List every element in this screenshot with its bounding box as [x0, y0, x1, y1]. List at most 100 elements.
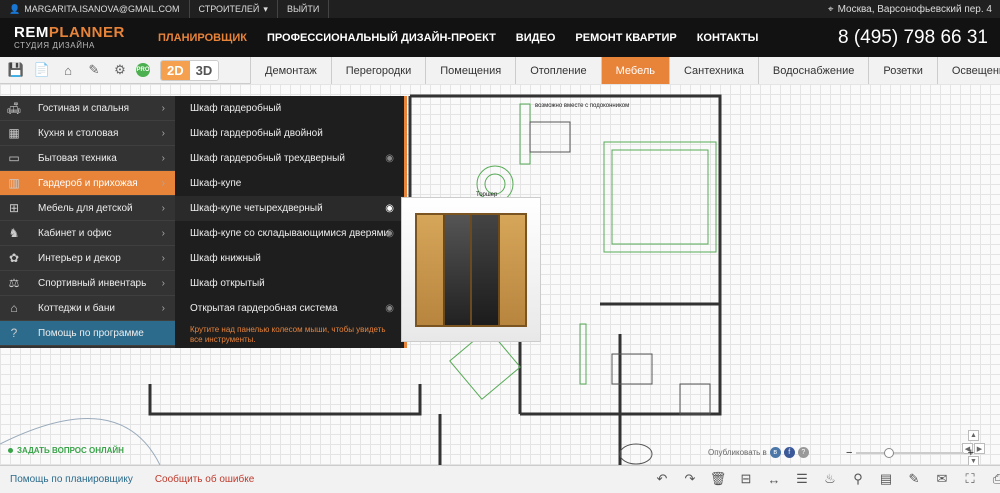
- phone-number[interactable]: 8 (495) 798 66 31: [838, 27, 1000, 49]
- header: REMPLANNER СТУДИЯ ДИЗАЙНА ПЛАНИРОВЩИК ПР…: [0, 18, 1000, 57]
- chevron-right-icon: ›: [161, 277, 165, 289]
- zoom-out-icon[interactable]: −: [846, 447, 852, 459]
- labels-toggle-icon[interactable]: ☰: [788, 467, 816, 491]
- ruler-icon[interactable]: ▤: [872, 467, 900, 491]
- kitchen-icon: ▦: [8, 126, 20, 140]
- location[interactable]: ⌖ Москва, Варсонофьевский пер. 4: [828, 4, 1000, 15]
- item-sliding-wardrobe-4door[interactable]: Шкаф-купе четырехдверный ◉: [175, 196, 404, 221]
- furniture-item-menu: Шкаф гардеробный Шкаф гардеробный двойно…: [175, 96, 407, 348]
- menu-sports[interactable]: ⚖ Спортивный инвентарь ›: [0, 271, 175, 296]
- mode-2d-button[interactable]: 2D: [161, 60, 190, 80]
- eye-icon[interactable]: ◉: [385, 153, 394, 164]
- item-open-wardrobe-system[interactable]: Открытая гардеробная система ◉: [175, 296, 404, 321]
- item-sliding-wardrobe-folding[interactable]: Шкаф-купе со складывающимися дверями ◉: [175, 221, 404, 246]
- tab-furniture[interactable]: Мебель: [600, 57, 669, 84]
- menu-cottages-saunas[interactable]: ⌂ Коттеджи и бани ›: [0, 296, 175, 321]
- tab-partitions[interactable]: Перегородки: [330, 57, 426, 84]
- wardrobe-preview-image: [415, 212, 527, 327]
- chevron-right-icon: ›: [161, 152, 165, 164]
- user-email[interactable]: 👤 MARGARITA.ISANOVA@GMAIL.COM: [0, 0, 190, 18]
- menu-kids-furniture[interactable]: ⊞ Мебель для детской ›: [0, 196, 175, 221]
- grid-toggle-icon[interactable]: ⊟: [732, 467, 760, 491]
- mode-3d-button[interactable]: 3D: [189, 60, 219, 80]
- nav-video[interactable]: ВИДЕО: [506, 32, 566, 44]
- plant-icon: ✿: [8, 251, 20, 265]
- document-icon[interactable]: 📄: [32, 60, 52, 80]
- settings-icon[interactable]: ⚙: [110, 60, 130, 80]
- logout-link[interactable]: ВЫЙТИ: [278, 0, 330, 18]
- report-error-link[interactable]: Сообщить об ошибке: [155, 474, 254, 485]
- tab-heating[interactable]: Отопление: [515, 57, 601, 84]
- scroll-hint: Крутите над панелью колесом мыши, чтобы …: [190, 325, 386, 344]
- menu-help[interactable]: ? Помощь по программе: [0, 321, 175, 346]
- item-preview: [401, 197, 541, 342]
- eye-icon[interactable]: ◉: [385, 228, 394, 239]
- item-bookcase[interactable]: Шкаф книжный: [175, 246, 404, 271]
- lamp-toggle-icon[interactable]: ♨: [816, 467, 844, 491]
- help-icon: ?: [10, 326, 18, 340]
- item-wardrobe[interactable]: Шкаф гардеробный: [175, 96, 404, 121]
- tab-sockets[interactable]: Розетки: [868, 57, 937, 84]
- pencil-icon[interactable]: ✎: [900, 467, 928, 491]
- eye-icon[interactable]: ◉: [385, 203, 394, 214]
- undo-icon[interactable]: ↶: [648, 467, 676, 491]
- logo[interactable]: REMPLANNER СТУДИЯ ДИЗАЙНА: [0, 25, 124, 50]
- item-open-shelf[interactable]: Шкаф открытый: [175, 271, 404, 296]
- nav-planner[interactable]: ПЛАНИРОВЩИК: [148, 32, 257, 44]
- main-nav: ПЛАНИРОВЩИК ПРОФЕССИОНАЛЬНЫЙ ДИЗАЙН-ПРОЕ…: [148, 32, 768, 44]
- chevron-right-icon: ›: [161, 177, 165, 189]
- menu-living-bedroom[interactable]: 🛋 Гостиная и спальня ›: [0, 96, 175, 121]
- help-icon[interactable]: ?: [797, 447, 809, 458]
- save-icon[interactable]: 💾: [6, 60, 26, 80]
- chevron-right-icon: ›: [161, 227, 165, 239]
- comment-icon[interactable]: ✉: [928, 467, 956, 491]
- redo-icon[interactable]: ↷: [676, 467, 704, 491]
- tab-lighting[interactable]: Освещение: [936, 57, 1000, 84]
- nav-renovation[interactable]: РЕМОНТ КВАРТИР: [565, 32, 686, 44]
- item-wardrobe-double[interactable]: Шкаф гардеробный двойной: [175, 121, 404, 146]
- nav-contacts[interactable]: КОНТАКТЫ: [687, 32, 769, 44]
- ask-question-online[interactable]: ЗАДАТЬ ВОПРОС ОНЛАЙН: [8, 446, 124, 455]
- project-icon[interactable]: ⌂: [58, 60, 78, 80]
- item-wardrobe-triple[interactable]: Шкаф гардеробный трехдверный ◉: [175, 146, 404, 171]
- measure-icon[interactable]: ⚲: [844, 467, 872, 491]
- item-sliding-wardrobe[interactable]: Шкаф-купе: [175, 171, 404, 196]
- pin-icon: ⌖: [827, 3, 834, 15]
- zoom-slider[interactable]: − +: [846, 447, 974, 459]
- tools-icon[interactable]: ✎: [84, 60, 104, 80]
- role-dropdown[interactable]: СТРОИТЕЛЕЙ ▾: [190, 0, 278, 18]
- view-mode-toggle: 2D 3D: [160, 59, 220, 81]
- dimensions-toggle-icon[interactable]: ↔: [760, 467, 788, 491]
- nav-design-project[interactable]: ПРОФЕССИОНАЛЬНЫЙ ДИЗАЙН-ПРОЕКТ: [257, 32, 506, 44]
- sofa-icon: 🛋: [6, 101, 22, 115]
- tab-demolition[interactable]: Демонтаж: [250, 57, 331, 84]
- chevron-right-icon: ›: [161, 127, 165, 139]
- plan-note: возможно вместе с подоконником: [535, 103, 629, 109]
- menu-wardrobe-hall[interactable]: ▥ Гардероб и прихожая ›: [0, 171, 175, 196]
- arrow-right-icon[interactable]: ▶: [974, 443, 985, 454]
- pro-badge[interactable]: PRO: [136, 63, 150, 77]
- menu-kitchen-dining[interactable]: ▦ Кухня и столовая ›: [0, 121, 175, 146]
- arrow-up-icon[interactable]: ▲: [968, 430, 979, 441]
- online-dot-icon: [8, 448, 13, 453]
- zoom-in-icon[interactable]: +: [968, 447, 974, 459]
- tab-water-supply[interactable]: Водоснабжение: [757, 57, 869, 84]
- publish-share: Опубликовать в в f ?: [708, 447, 809, 458]
- vk-icon[interactable]: в: [769, 447, 781, 458]
- menu-office[interactable]: ♞ Кабинет и офис ›: [0, 221, 175, 246]
- chevron-right-icon: ›: [161, 302, 165, 314]
- camera-icon[interactable]: ⎙: [984, 467, 1000, 491]
- chevron-right-icon: ›: [161, 202, 165, 214]
- trash-icon[interactable]: 🗑: [704, 467, 732, 491]
- tab-plumbing[interactable]: Сантехника: [668, 57, 758, 84]
- menu-appliances[interactable]: ▭ Бытовая техника ›: [0, 146, 175, 171]
- facebook-icon[interactable]: f: [783, 447, 795, 458]
- fit-screen-icon[interactable]: ⛶: [956, 467, 984, 491]
- tab-rooms[interactable]: Помещения: [425, 57, 516, 84]
- zoom-knob[interactable]: [884, 448, 895, 458]
- eye-icon[interactable]: ◉: [385, 303, 394, 314]
- menu-interior-decor[interactable]: ✿ Интерьер и декор ›: [0, 246, 175, 271]
- crib-icon: ⊞: [8, 201, 20, 215]
- planner-help-link[interactable]: Помощь по планировщику: [10, 474, 133, 485]
- dumbbell-icon: ⚖: [8, 276, 20, 290]
